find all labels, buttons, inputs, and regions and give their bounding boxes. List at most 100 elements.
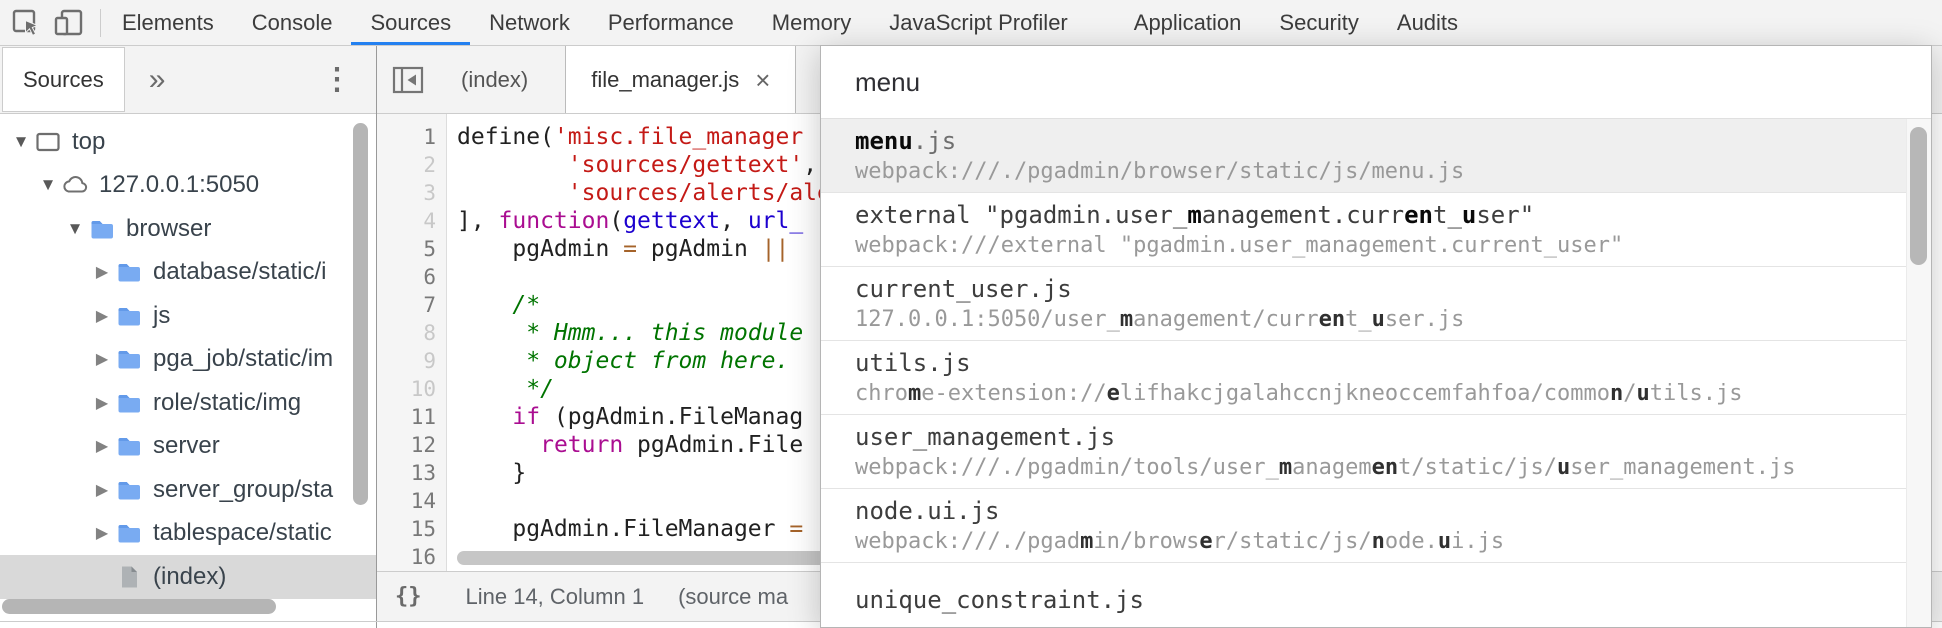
tree-item-label: role/static/img xyxy=(153,389,301,417)
line-number-2[interactable]: 2 xyxy=(377,151,446,179)
panel-tab-javascript-profiler[interactable]: JavaScript Profiler xyxy=(870,0,1087,45)
source-map-note: (source ma xyxy=(678,584,788,610)
editor-tab-file-manager-js[interactable]: file_manager.js × xyxy=(565,46,796,113)
expander-closed-icon[interactable]: ▶ xyxy=(89,306,115,326)
editor-tab-label: file_manager.js xyxy=(591,67,739,93)
tree-vertical-scrollbar[interactable] xyxy=(353,123,368,505)
close-tab-icon[interactable]: × xyxy=(755,67,770,93)
line-number-6[interactable]: 6 xyxy=(377,263,446,291)
more-tabs-icon[interactable]: » xyxy=(149,63,166,97)
quickopen-result-current-user-js[interactable]: current_user.js127.0.0.1:5050/user_manag… xyxy=(821,267,1907,341)
quickopen-result-user-management-js[interactable]: user_management.jswebpack:///./pgadmin/t… xyxy=(821,415,1907,489)
line-number-gutter: 12345678910111213141516 xyxy=(377,114,447,571)
quick-open-results: menu.js webpack:///./pgadmin/browser/stat… xyxy=(821,119,1907,627)
expander-closed-icon[interactable]: ▶ xyxy=(89,393,115,413)
quick-open-scrollbar-thumb[interactable] xyxy=(1910,127,1927,265)
tree-item-tablespace-static[interactable]: ▶ tablespace/static xyxy=(0,512,376,556)
line-number-1[interactable]: 1 xyxy=(377,123,446,151)
quickopen-result-menu-js[interactable]: menu.jswebpack:///./pgadmin/browser/stat… xyxy=(821,119,1907,193)
pretty-print-icon[interactable]: {} xyxy=(395,584,422,609)
navigator-tab-sources[interactable]: Sources xyxy=(2,47,125,112)
folder-icon xyxy=(115,476,143,504)
tree-item-label: server_group/sta xyxy=(153,476,333,504)
tree-item-label: js xyxy=(153,302,170,330)
line-number-5[interactable]: 5 xyxy=(377,235,446,263)
line-number-4[interactable]: 4 xyxy=(377,207,446,235)
line-number-14[interactable]: 14 xyxy=(377,487,446,515)
line-number-10[interactable]: 10 xyxy=(377,375,446,403)
panel-tab-network[interactable]: Network xyxy=(470,0,589,45)
editor-tab-label: (index) xyxy=(461,67,528,93)
result-title: menu.js xyxy=(855,125,1907,157)
file-tree: ▼top▼127.0.0.1:5050▼browser▶database/sta… xyxy=(0,114,376,600)
tree-item-label: pga_job/static/im xyxy=(153,345,333,373)
overflow-menu-icon[interactable]: ⋮ xyxy=(322,62,352,97)
result-path: 127.0.0.1:5050/user_management/current_u… xyxy=(855,305,1907,334)
sources-navigator-pane: Sources » ⋮ ▼top▼127.0.0.1:5050▼browser▶… xyxy=(0,46,377,628)
file-icon xyxy=(115,563,143,591)
expander-open-icon[interactable]: ▼ xyxy=(62,219,88,239)
toolbar-divider xyxy=(100,9,101,37)
result-path: webpack:///./pgadmin/tools/user_manageme… xyxy=(855,453,1907,482)
device-toolbar-icon[interactable] xyxy=(52,6,86,40)
quickopen-result-node-ui-js[interactable]: node.ui.jswebpack:///./pgadmin/browser/s… xyxy=(821,489,1907,563)
quickopen-result-utils-js[interactable]: utils.jschrome-extension://elifhakcjgala… xyxy=(821,341,1907,415)
quick-open-input[interactable]: menu xyxy=(821,46,1931,119)
expander-open-icon[interactable]: ▼ xyxy=(8,132,34,152)
quickopen-result-external-pgadmin-user-management-current[interactable]: external "pgadmin.user_management.curren… xyxy=(821,193,1907,267)
line-number-13[interactable]: 13 xyxy=(377,459,446,487)
expander-closed-icon[interactable]: ▶ xyxy=(89,436,115,456)
tree-horizontal-scrollbar[interactable] xyxy=(2,599,276,614)
panel-tabs: ElementsConsoleSourcesNetworkPerformance… xyxy=(103,0,1477,45)
folder-icon xyxy=(115,302,143,330)
line-number-15[interactable]: 15 xyxy=(377,515,446,543)
line-number-12[interactable]: 12 xyxy=(377,431,446,459)
panel-tab-application[interactable]: Application xyxy=(1115,0,1261,45)
panel-tab-security[interactable]: Security xyxy=(1260,0,1377,45)
panel-tab-elements[interactable]: Elements xyxy=(103,0,233,45)
tree-item-pga-job-static-im[interactable]: ▶ pga_job/static/im xyxy=(0,338,376,382)
expander-open-icon[interactable]: ▼ xyxy=(35,175,61,195)
tree-item-label: 127.0.0.1:5050 xyxy=(99,171,259,199)
hide-navigator-icon[interactable] xyxy=(390,62,426,98)
panel-tab-performance[interactable]: Performance xyxy=(589,0,753,45)
result-path: webpack:///./pgadmin/browser/static/js/n… xyxy=(855,527,1907,556)
tree-item-top[interactable]: ▼top xyxy=(0,120,376,164)
tree-item-server[interactable]: ▶server xyxy=(0,425,376,469)
devtools-toolbar: ElementsConsoleSourcesNetworkPerformance… xyxy=(0,0,1942,46)
line-number-9[interactable]: 9 xyxy=(377,347,446,375)
panel-tab-console[interactable]: Console xyxy=(233,0,352,45)
result-title: user_management.js xyxy=(855,421,1907,453)
tree-item-role-static-img[interactable]: ▶ role/static/img xyxy=(0,381,376,425)
panel-tab-memory[interactable]: Memory xyxy=(753,0,870,45)
inspect-element-icon[interactable] xyxy=(9,6,43,40)
editor-tab-index[interactable]: (index) xyxy=(436,46,553,113)
quick-open-scrollbar-track[interactable] xyxy=(1906,119,1931,627)
navigator-header: Sources » ⋮ xyxy=(0,46,376,114)
expander-closed-icon[interactable]: ▶ xyxy=(89,523,115,543)
tree-item-js[interactable]: ▶ js xyxy=(0,294,376,338)
tree-item-label: tablespace/static xyxy=(153,519,332,547)
frame-icon xyxy=(34,128,62,156)
line-number-11[interactable]: 11 xyxy=(377,403,446,431)
tree-item-database-static-i[interactable]: ▶database/static/i xyxy=(0,251,376,295)
line-number-7[interactable]: 7 xyxy=(377,291,446,319)
panel-tab-audits[interactable]: Audits xyxy=(1378,0,1477,45)
devtools-window: ElementsConsoleSourcesNetworkPerformance… xyxy=(0,0,1942,628)
quickopen-result-unique-constraint-js[interactable]: unique_constraint.js xyxy=(821,563,1907,627)
result-title: unique_constraint.js xyxy=(855,584,1907,616)
expander-closed-icon[interactable]: ▶ xyxy=(89,262,115,282)
expander-closed-icon[interactable]: ▶ xyxy=(89,480,115,500)
tree-item-index[interactable]: (index) xyxy=(0,555,376,599)
result-title: external "pgadmin.user_management.curren… xyxy=(855,199,1907,231)
expander-closed-icon[interactable]: ▶ xyxy=(89,349,115,369)
panel-tab-sources[interactable]: Sources xyxy=(351,0,470,45)
line-number-16[interactable]: 16 xyxy=(377,543,446,571)
tree-item-browser[interactable]: ▼browser xyxy=(0,207,376,251)
tree-item-server-group-sta[interactable]: ▶ server_group/sta xyxy=(0,468,376,512)
tree-item-127-0-0-1-5050[interactable]: ▼ 127.0.0.1:5050 xyxy=(0,164,376,208)
tree-item-label: (index) xyxy=(153,563,226,591)
line-number-8[interactable]: 8 xyxy=(377,319,446,347)
line-number-3[interactable]: 3 xyxy=(377,179,446,207)
folder-icon xyxy=(115,258,143,286)
